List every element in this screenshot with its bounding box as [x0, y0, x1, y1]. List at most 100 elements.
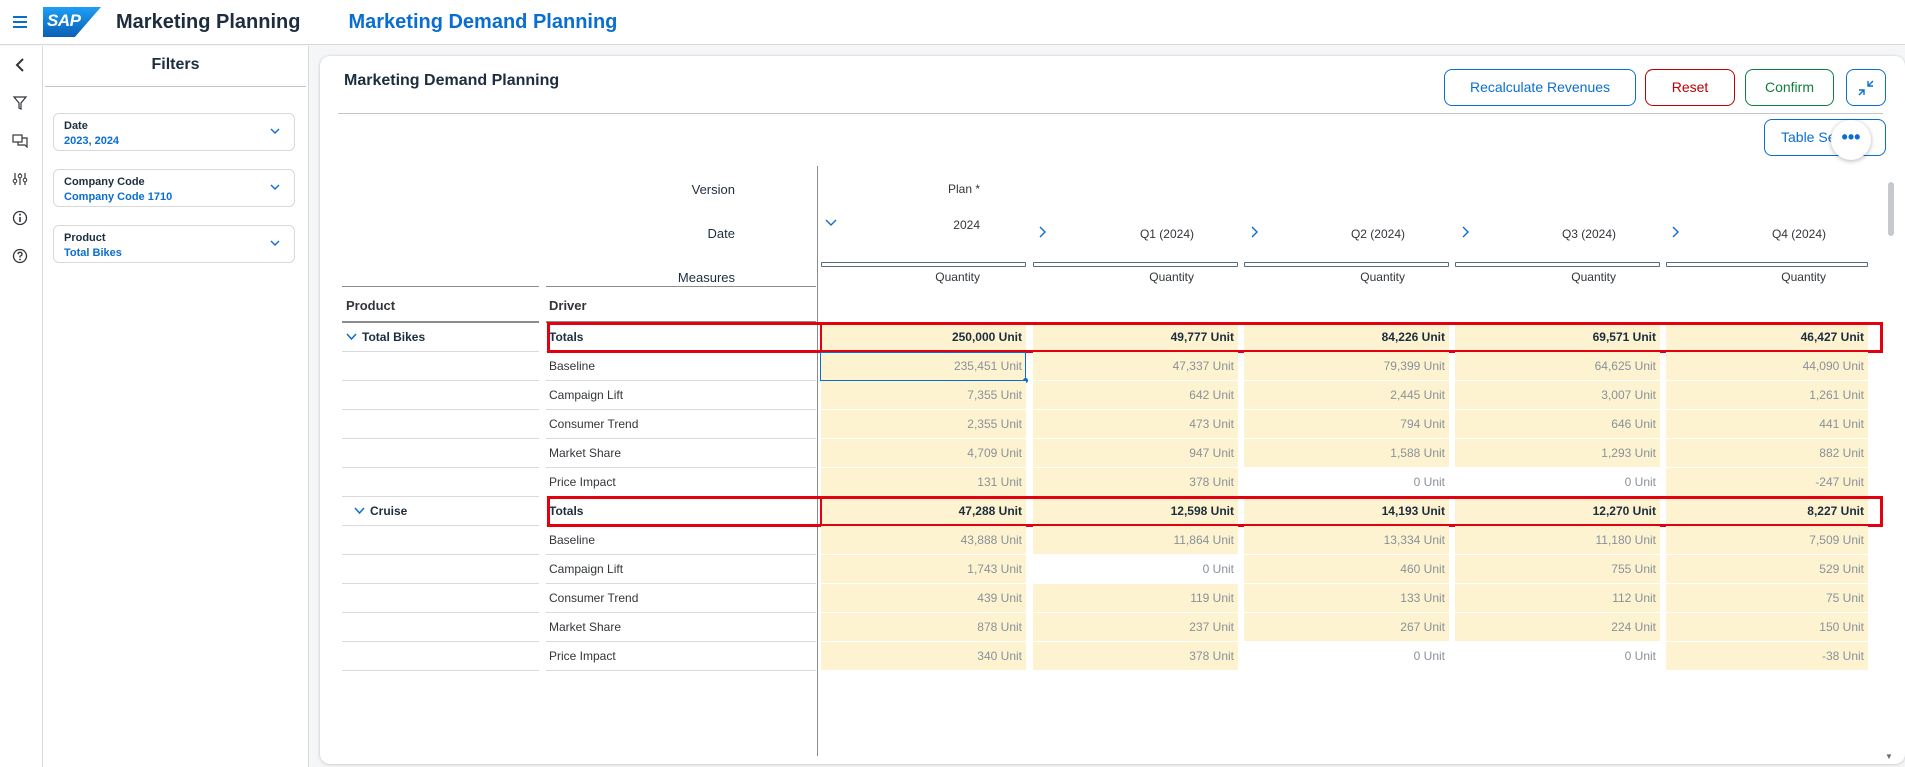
- value-cell[interactable]: 11,180 Unit: [1455, 526, 1660, 555]
- value-cell[interactable]: 224 Unit: [1455, 613, 1660, 642]
- value-cell[interactable]: 646 Unit: [1455, 410, 1660, 439]
- scroll-down-icon[interactable]: ▼: [1885, 752, 1893, 761]
- value-cell[interactable]: 1,261 Unit: [1666, 381, 1868, 410]
- value-cell[interactable]: 11,864 Unit: [1033, 526, 1238, 555]
- value-cell[interactable]: 0 Unit: [1244, 468, 1449, 497]
- chevron-down-icon[interactable]: [270, 126, 280, 136]
- exit-fullscreen-button[interactable]: [1846, 69, 1886, 106]
- value-cell[interactable]: 250,000 Unit: [821, 323, 1026, 352]
- info-icon[interactable]: [11, 210, 29, 228]
- value-cell[interactable]: 378 Unit: [1033, 642, 1238, 671]
- column-resize-bar[interactable]: [821, 262, 1026, 267]
- value-cell[interactable]: 8,227 Unit: [1666, 497, 1868, 526]
- value-cell[interactable]: 441 Unit: [1666, 410, 1868, 439]
- value-cell[interactable]: 2,445 Unit: [1244, 381, 1449, 410]
- chevron-down-icon[interactable]: [354, 504, 365, 518]
- value-cell[interactable]: 340 Unit: [821, 642, 1026, 671]
- value-cell[interactable]: 84,226 Unit: [1244, 323, 1449, 352]
- value-cell[interactable]: 7,509 Unit: [1666, 526, 1868, 555]
- value-cell[interactable]: 1,293 Unit: [1455, 439, 1660, 468]
- confirm-button[interactable]: Confirm: [1745, 69, 1834, 106]
- comments-icon[interactable]: [11, 134, 29, 152]
- value-cell[interactable]: 14,193 Unit: [1244, 497, 1449, 526]
- filter-icon[interactable]: [11, 96, 29, 114]
- value-cell[interactable]: 0 Unit: [1455, 468, 1660, 497]
- value-cell[interactable]: 439 Unit: [821, 584, 1026, 613]
- value-cell[interactable]: 460 Unit: [1244, 555, 1449, 584]
- settings-sliders-icon[interactable]: [11, 172, 29, 190]
- vertical-scrollbar[interactable]: [1888, 182, 1894, 236]
- value-cell[interactable]: 119 Unit: [1033, 584, 1238, 613]
- driver-label: Price Impact: [549, 475, 616, 489]
- value-cell[interactable]: 7,355 Unit: [821, 381, 1026, 410]
- expand-q3-icon[interactable]: [1461, 226, 1471, 238]
- value-cell[interactable]: 12,598 Unit: [1033, 497, 1238, 526]
- value-cell[interactable]: 378 Unit: [1033, 468, 1238, 497]
- value-cell[interactable]: 755 Unit: [1455, 555, 1660, 584]
- value-cell[interactable]: -247 Unit: [1666, 468, 1868, 497]
- value-cell[interactable]: 4,709 Unit: [821, 439, 1026, 468]
- collapse-date-icon[interactable]: [825, 218, 837, 228]
- page-title-link[interactable]: Marketing Demand Planning: [348, 11, 617, 34]
- value-cell[interactable]: 3,007 Unit: [1455, 381, 1660, 410]
- value-cell[interactable]: 642 Unit: [1033, 381, 1238, 410]
- value-cell[interactable]: 12,270 Unit: [1455, 497, 1660, 526]
- product-header: Product: [346, 298, 396, 313]
- value-cell[interactable]: 13,334 Unit: [1244, 526, 1449, 555]
- chevron-down-icon[interactable]: [270, 238, 280, 248]
- column-resize-bar[interactable]: [1455, 262, 1660, 267]
- value-cell[interactable]: 878 Unit: [821, 613, 1026, 642]
- value-cell[interactable]: 47,288 Unit: [821, 497, 1026, 526]
- value-cell[interactable]: 69,571 Unit: [1455, 323, 1660, 352]
- reset-button[interactable]: Reset: [1645, 69, 1735, 106]
- filter-product[interactable]: Product Total Bikes: [53, 225, 295, 263]
- hamburger-menu-icon[interactable]: [13, 16, 27, 28]
- value-cell[interactable]: 112 Unit: [1455, 584, 1660, 613]
- chevron-down-icon[interactable]: [346, 330, 357, 344]
- filter-date[interactable]: Date 2023, 2024: [53, 113, 295, 151]
- back-icon[interactable]: [11, 58, 29, 76]
- value-cell[interactable]: 64,625 Unit: [1455, 352, 1660, 381]
- value-cell[interactable]: 150 Unit: [1666, 613, 1868, 642]
- chevron-down-icon[interactable]: [270, 182, 280, 192]
- value-cell[interactable]: 43,888 Unit: [821, 526, 1026, 555]
- value-cell[interactable]: 131 Unit: [821, 468, 1026, 497]
- value-cell[interactable]: 0 Unit: [1033, 555, 1238, 584]
- value-cell[interactable]: 947 Unit: [1033, 439, 1238, 468]
- value-cell[interactable]: 47,337 Unit: [1033, 352, 1238, 381]
- value-cell[interactable]: 44,090 Unit: [1666, 352, 1868, 381]
- more-options-button[interactable]: •••: [1831, 120, 1871, 160]
- value-cell[interactable]: 79,399 Unit: [1244, 352, 1449, 381]
- value-cell[interactable]: 1,743 Unit: [821, 555, 1026, 584]
- value-cell[interactable]: 2,355 Unit: [821, 410, 1026, 439]
- value-cell[interactable]: 237 Unit: [1033, 613, 1238, 642]
- product-member[interactable]: Total Bikes: [346, 330, 425, 344]
- value-cell[interactable]: 49,777 Unit: [1033, 323, 1238, 352]
- value-cell[interactable]: 794 Unit: [1244, 410, 1449, 439]
- column-resize-bar[interactable]: [1244, 262, 1449, 267]
- value-cell[interactable]: 473 Unit: [1033, 410, 1238, 439]
- header-rule: [342, 286, 539, 287]
- value-cell[interactable]: 133 Unit: [1244, 584, 1449, 613]
- date-col-q3: Q3 (2024): [1561, 227, 1616, 241]
- value-cell[interactable]: 46,427 Unit: [1666, 323, 1868, 352]
- value-cell[interactable]: -38 Unit: [1666, 642, 1868, 671]
- app-title[interactable]: Marketing Planning: [116, 11, 300, 34]
- expand-q4-icon[interactable]: [1671, 226, 1681, 238]
- expand-q1-icon[interactable]: [1038, 226, 1048, 238]
- value-cell[interactable]: 882 Unit: [1666, 439, 1868, 468]
- column-resize-bar[interactable]: [1666, 262, 1868, 267]
- expand-q2-icon[interactable]: [1250, 226, 1260, 238]
- column-resize-bar[interactable]: [1033, 262, 1238, 267]
- filter-company-code[interactable]: Company Code Company Code 1710: [53, 169, 295, 207]
- value-cell[interactable]: 75 Unit: [1666, 584, 1868, 613]
- value-cell[interactable]: 0 Unit: [1244, 642, 1449, 671]
- help-icon[interactable]: [11, 248, 29, 266]
- value-cell[interactable]: 0 Unit: [1455, 642, 1660, 671]
- value-cell[interactable]: 529 Unit: [1666, 555, 1868, 584]
- product-member[interactable]: Cruise: [354, 504, 407, 518]
- sap-logo[interactable]: SAP: [43, 7, 101, 37]
- value-cell[interactable]: 267 Unit: [1244, 613, 1449, 642]
- value-cell[interactable]: 1,588 Unit: [1244, 439, 1449, 468]
- recalculate-revenues-button[interactable]: Recalculate Revenues: [1444, 69, 1636, 106]
